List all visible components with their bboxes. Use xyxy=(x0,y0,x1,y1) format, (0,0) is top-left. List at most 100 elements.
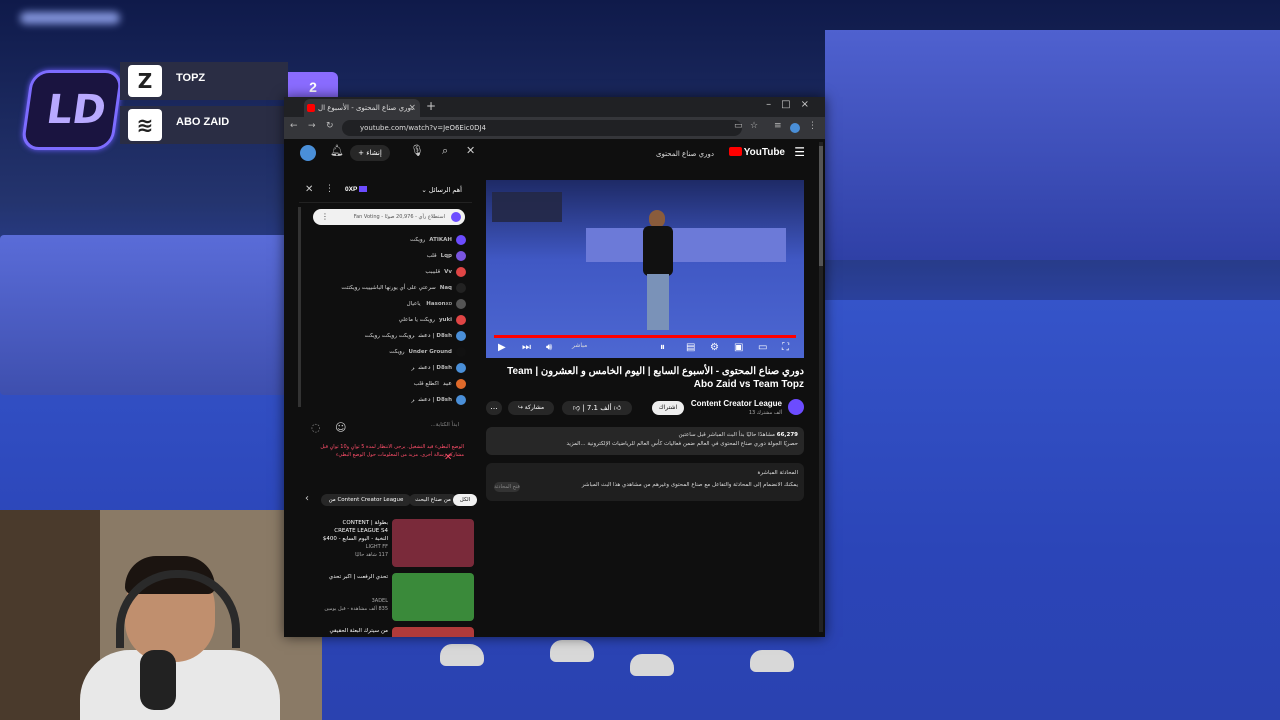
team-row-1: Z TOPZ xyxy=(120,62,288,100)
search-icon[interactable]: ⌕ xyxy=(442,144,448,158)
profile-avatar[interactable] xyxy=(790,123,800,133)
volume-icon[interactable]: 🔊︎ xyxy=(546,342,552,353)
voice-search-mic-icon[interactable]: 🎙︎ xyxy=(410,144,424,157)
chat-message-text: ر xyxy=(411,397,415,403)
description-box[interactable]: 66,279 مشاهدًا حاليًا بدأ البث المباشر ق… xyxy=(486,427,804,455)
video-title: دوري صناع المحتوى - الأسبوع السابع | الي… xyxy=(507,366,804,390)
chat-message: ATIKAHرويكت xyxy=(306,234,466,246)
team-2-name: ABO ZAID xyxy=(176,116,230,128)
settings-gear-icon[interactable]: ⚙ xyxy=(710,342,719,353)
miniplayer-icon[interactable]: ▣ xyxy=(734,342,743,353)
chip-related[interactable]: من صناع البحث xyxy=(409,494,457,506)
view-count: 66,279 xyxy=(776,432,798,438)
studio-desk-left xyxy=(0,235,290,395)
url-field[interactable]: youtube.com/watch?v=JeO6Eic0DJ4 xyxy=(342,120,742,136)
pinned-poll[interactable]: ⋮ Fan Voting - استطلاع رأي - 20,976 صوتً… xyxy=(313,209,465,225)
chips-back-icon[interactable]: ‹ xyxy=(305,493,309,504)
like-dislike-button[interactable]: 👎︎ | 7.1 ألف 👍︎ xyxy=(562,401,632,415)
chat-author-name: yuki xyxy=(438,317,452,323)
chat-author-name: Vv xyxy=(444,269,452,275)
channel-name[interactable]: Content Creator League xyxy=(691,399,782,408)
theater-mode-icon[interactable]: ▭ xyxy=(758,342,767,353)
chat-message-text: رويكت xyxy=(409,237,426,243)
recommended-video[interactable]: من سيترك البعثة الحقيقي xyxy=(320,627,474,637)
player-shoes xyxy=(440,636,800,706)
chip-all[interactable]: الكل xyxy=(453,494,477,506)
browser-menu-icon[interactable]: ⋮ xyxy=(808,121,817,131)
account-avatar[interactable] xyxy=(300,145,316,161)
chat-author-avatar xyxy=(456,362,466,373)
poll-more-icon[interactable]: ⋮ xyxy=(321,209,329,225)
chat-header: ✕ ⋮ 0XP أهم الرسائل ⌄ xyxy=(299,180,472,203)
recommended-video[interactable]: بطولة | CONTENT CREATE LEAGUE S4 النخبة … xyxy=(320,519,474,569)
fullscreen-icon[interactable]: ⛶ xyxy=(782,342,789,353)
chat-input-row: ◌ ☺ ابدأ الكتابة... xyxy=(299,417,472,439)
chat-input[interactable]: ابدأ الكتابة... xyxy=(353,422,459,434)
video-thumbnail[interactable] xyxy=(392,519,474,567)
channel-avatar[interactable] xyxy=(788,399,804,415)
chat-author-avatar xyxy=(456,298,466,309)
next-icon[interactable]: ⏭ xyxy=(522,342,531,353)
chat-message: Under Groundرويكت xyxy=(306,346,466,358)
tab-close-icon[interactable]: × xyxy=(408,99,416,117)
recommended-video[interactable]: تحدي الرفعت | اكبر تحدي 3ADEL 835 ألف مشاه… xyxy=(320,573,474,623)
chat-message-text: قلبببب xyxy=(425,269,441,275)
description-line-1: مشاهدًا حاليًا بدأ البث المباشر قبل ساعت… xyxy=(678,432,776,438)
chat-message: Lqpقلب xyxy=(306,250,466,262)
reload-icon[interactable]: ↻ xyxy=(326,121,334,131)
guide-menu-icon[interactable]: ☰ xyxy=(794,145,805,159)
search-input[interactable]: دوري صناع المحتوى xyxy=(474,145,722,163)
pause-autoplay-icon[interactable]: ⏸ xyxy=(660,342,665,353)
chat-author-avatar xyxy=(456,378,466,389)
new-tab-button[interactable]: + xyxy=(426,99,436,113)
back-icon[interactable]: ← xyxy=(290,121,298,131)
bookmark-star-icon[interactable]: ☆ xyxy=(750,121,758,131)
video-player[interactable]: ▶ ⏭ 🔊︎ مباشر ⏸ ▤ ⚙ ▣ ▭ ⛶ xyxy=(486,180,804,358)
chat-message: D8sh | دعشر xyxy=(306,394,466,406)
chat-author-name: D8sh | دعش xyxy=(418,365,452,371)
video-thumbnail[interactable] xyxy=(392,573,474,621)
live-badge[interactable]: مباشر xyxy=(572,342,587,349)
recommended-title: بطولة | CONTENT CREATE LEAGUE S4 النخبة … xyxy=(322,520,388,542)
cast-icon[interactable]: ▭ xyxy=(734,121,743,131)
player-controls: ▶ ⏭ 🔊︎ مباشر ⏸ ▤ ⚙ ▣ ▭ ⛶ xyxy=(486,340,804,358)
subscribe-button[interactable]: اشتراك xyxy=(652,401,684,415)
browser-tab[interactable]: دوري صناع المحتوى - الأسبوع ال × xyxy=(304,99,420,117)
window-controls[interactable]: –□× xyxy=(766,99,819,110)
extensions-icon[interactable]: ≡ xyxy=(774,121,782,131)
chat-more-icon[interactable]: ⋮ xyxy=(325,184,334,194)
emoji-icon[interactable]: ☺ xyxy=(335,421,346,434)
league-logo: LD xyxy=(20,70,124,150)
share-button[interactable]: ↪ مشاركة xyxy=(508,401,554,415)
open-chat-button[interactable]: فتح المحادثة xyxy=(494,482,520,492)
more-actions-button[interactable]: ... xyxy=(486,401,502,415)
chat-message: Hasonxo ياعيال xyxy=(306,298,466,310)
chat-message: Naqسرعتي على أي يورنها الباشيييت رويكتتت xyxy=(306,282,466,294)
chat-close-icon[interactable]: ✕ xyxy=(305,184,313,195)
chat-message-text: رويكت يا ماعلي xyxy=(398,317,435,323)
warning-close-icon[interactable]: ✕ xyxy=(444,452,452,463)
progress-bar[interactable] xyxy=(494,335,796,338)
youtube-logo[interactable]: YouTube xyxy=(728,147,785,158)
page-scrollbar[interactable] xyxy=(819,142,823,632)
top-chat-dropdown[interactable]: أهم الرسائل ⌄ xyxy=(421,186,462,194)
team-topz-logo: Z xyxy=(128,65,162,97)
notifications-bell-icon[interactable]: 🔔︎ xyxy=(330,144,344,157)
chat-author-avatar xyxy=(456,266,466,277)
chip-channel[interactable]: من Content Creator League xyxy=(321,494,411,506)
studio-light xyxy=(20,12,120,24)
subtitles-icon[interactable]: ▤ xyxy=(686,342,695,353)
description-line-2: حصريًا الجولة دوري صناع المحتوى في العال… xyxy=(566,441,798,447)
video-thumbnail[interactable] xyxy=(392,627,474,637)
forward-icon[interactable]: → xyxy=(308,121,316,131)
chat-scrollbar[interactable] xyxy=(298,207,301,407)
recommended-meta: LIGHT FF 117 شاهد حاليًا xyxy=(355,544,388,558)
chat-author-avatar xyxy=(456,314,466,325)
chat-message-text: ر xyxy=(411,365,415,371)
chat-message: yukiرويكت يا ماعلي xyxy=(306,314,466,326)
video-desk xyxy=(586,228,786,262)
recommended-meta: 3ADEL 835 ألف مشاهدة - قبل يومين xyxy=(324,598,388,612)
play-icon[interactable]: ▶ xyxy=(498,342,506,353)
create-button[interactable]: + إنشاء xyxy=(350,145,390,161)
streamer xyxy=(80,550,280,720)
